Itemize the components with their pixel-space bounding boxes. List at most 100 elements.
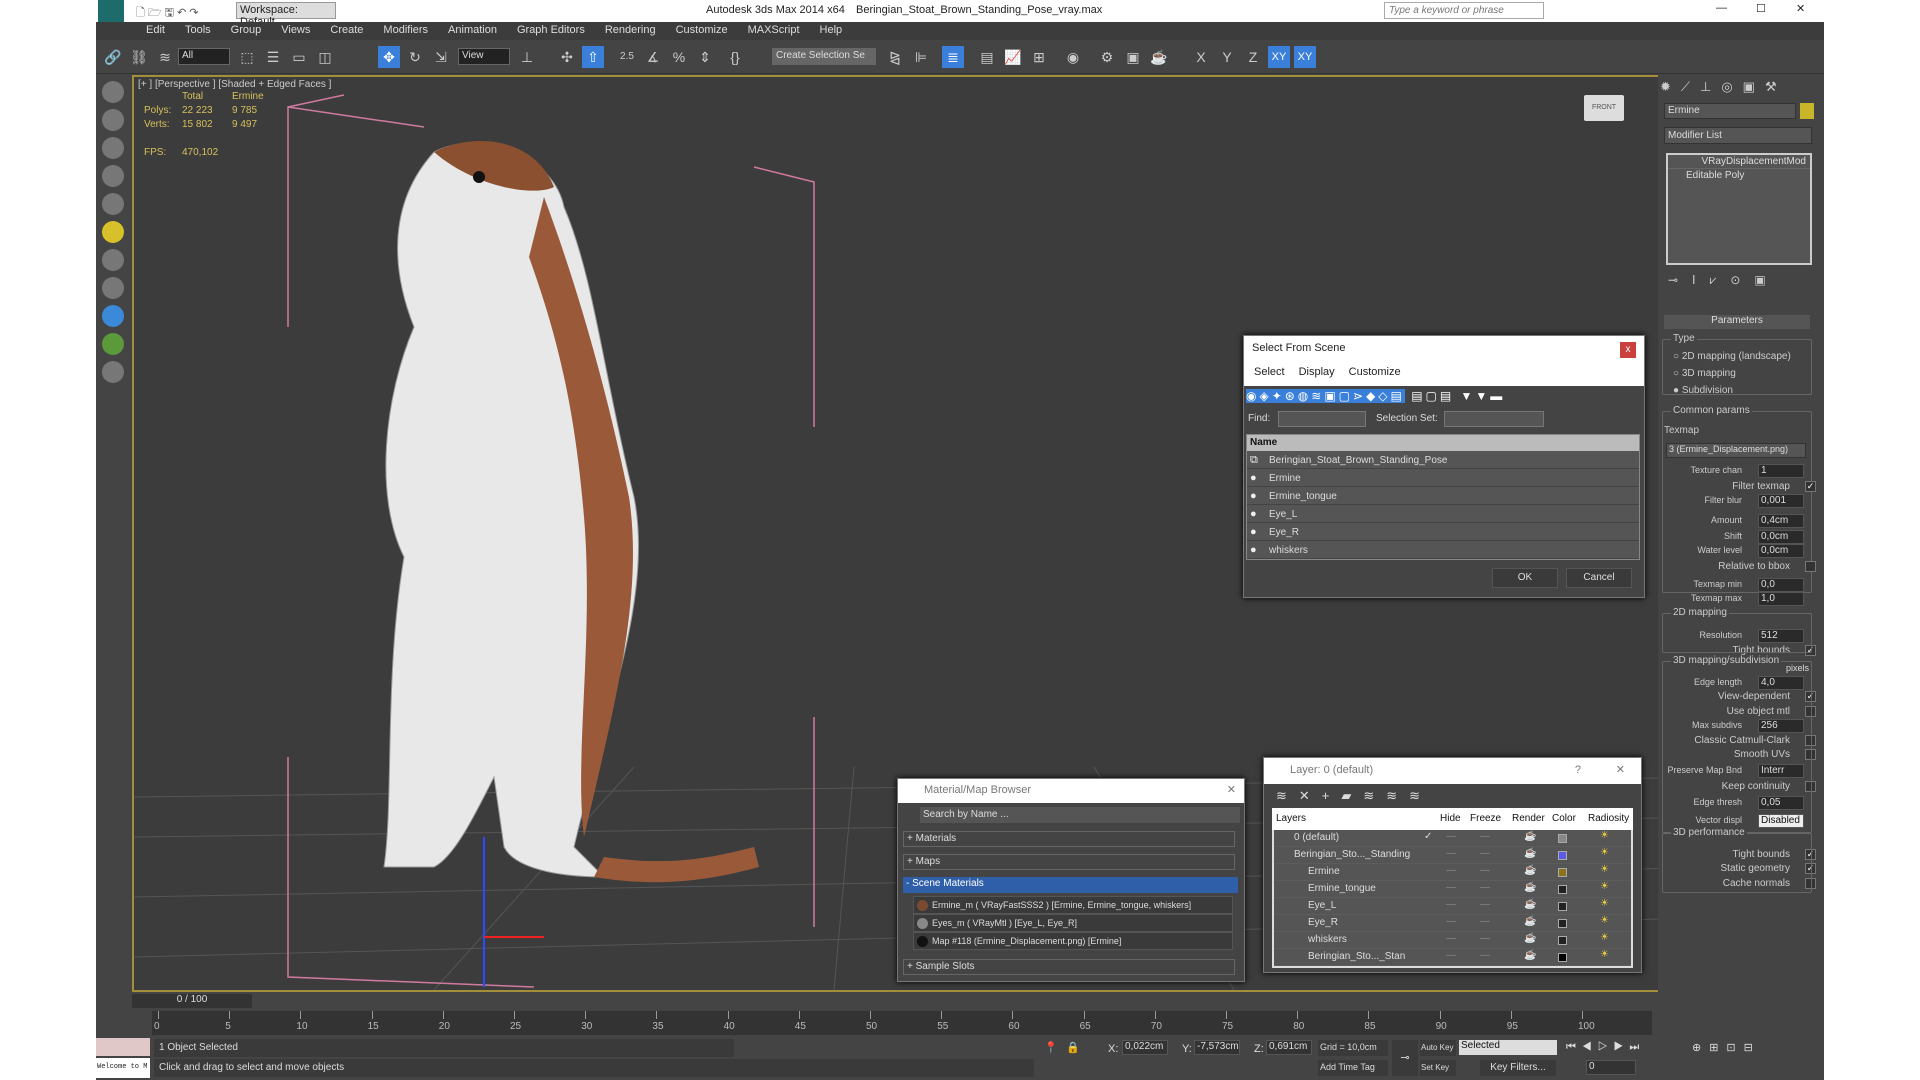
radio-3d-mapping[interactable]: ○ 3D mapping xyxy=(1673,365,1791,382)
light-icon[interactable] xyxy=(102,221,124,243)
filter_blur-spinner[interactable]: 0,001 xyxy=(1758,494,1804,508)
schematic-icon[interactable]: ⊞ xyxy=(1028,46,1050,68)
radiosity-sun-icon[interactable]: ☀ xyxy=(1600,932,1609,943)
hide-toggle[interactable]: — xyxy=(1446,865,1456,876)
track-bar[interactable]: 0 5 10 15 20 25 30 35 40 45 50 55 60 65 70 75 80 85 90 95 10… xyxy=(152,1011,1652,1035)
render-teapot-icon[interactable]: ☕ xyxy=(1524,950,1536,961)
scale-icon[interactable]: ⇲ xyxy=(430,46,452,68)
layer-color-swatch[interactable] xyxy=(1558,936,1567,945)
bind-spacewarp-icon[interactable]: ≋ xyxy=(154,46,176,68)
radio-2d-mapping[interactable]: ○ 2D mapping (landscape) xyxy=(1673,348,1791,365)
section-sample-slots[interactable]: + Sample Slots xyxy=(903,959,1235,975)
help-button[interactable]: ? xyxy=(1575,764,1581,776)
percent-snap-icon[interactable]: % xyxy=(668,46,690,68)
mirror-icon[interactable]: ⧎ xyxy=(884,46,906,68)
axis-z-button[interactable]: Z xyxy=(1242,46,1264,68)
dialog-close-button[interactable]: ✕ xyxy=(1616,763,1625,776)
menu-rendering[interactable]: Rendering xyxy=(595,22,666,38)
box-icon[interactable] xyxy=(102,137,124,159)
axis-x-button[interactable]: X xyxy=(1190,46,1212,68)
menu-maxscript[interactable]: MAXScript xyxy=(738,22,810,38)
auto-key-button[interactable]: Auto Key xyxy=(1420,1040,1456,1056)
filter_texmap-checkbox[interactable]: ✓ xyxy=(1805,481,1816,492)
texture_chan-spinner[interactable]: 1 xyxy=(1758,464,1804,478)
layer-color-swatch[interactable] xyxy=(1558,834,1567,843)
scene-material-item[interactable]: Map #118 (Ermine_Displacement.png) [Ermi… xyxy=(913,932,1233,950)
freeze-toggle[interactable]: — xyxy=(1480,899,1490,910)
render-teapot-icon[interactable]: ☕ xyxy=(1524,882,1536,893)
layer-toolbar[interactable]: ≋✕+▰≋≋≋ xyxy=(1264,784,1641,808)
link-icon[interactable]: 🔗 xyxy=(102,46,124,68)
scene-material-item[interactable]: Eyes_m ( VRayMtl ) [Eye_L, Eye_R] xyxy=(913,914,1233,932)
rect-region-icon[interactable]: ▭ xyxy=(288,46,310,68)
menu-display[interactable]: Display xyxy=(1299,366,1335,378)
select-object-icon[interactable]: ⬚ xyxy=(236,46,258,68)
shift-spinner[interactable]: 0,0cm xyxy=(1758,530,1804,544)
set-key-mode-icon[interactable]: ⊸ xyxy=(1392,1040,1418,1076)
search-by-name-input[interactable]: Search by Name ... xyxy=(920,807,1240,823)
menu-views[interactable]: Views xyxy=(271,22,320,38)
render-teapot-icon[interactable]: ☕ xyxy=(1524,899,1536,910)
minimize-button[interactable]: — xyxy=(1716,2,1727,14)
freeze-toggle[interactable]: — xyxy=(1480,933,1490,944)
name-column-header[interactable]: Name xyxy=(1247,435,1639,451)
isolate-icon[interactable]: 📍 xyxy=(1044,1041,1058,1054)
hide-toggle[interactable]: — xyxy=(1446,882,1456,893)
section-materials[interactable]: + Materials xyxy=(903,831,1235,847)
layer-color-swatch[interactable] xyxy=(1558,919,1567,928)
layer-row[interactable]: Beringian_Sto..._Standing — — ☕ ☀ xyxy=(1274,847,1631,864)
maximize-button[interactable]: ☐ xyxy=(1756,2,1766,15)
stack-item-editable-poly[interactable]: Editable Poly xyxy=(1668,169,1810,182)
angle-snap-icon[interactable]: ∡ xyxy=(642,46,664,68)
layer-color-swatch[interactable] xyxy=(1558,851,1567,860)
layer-row[interactable]: Eye_R — — ☕ ☀ xyxy=(1274,915,1631,932)
set-key-button[interactable]: Set Key xyxy=(1420,1060,1456,1076)
layer-color-swatch[interactable] xyxy=(1558,868,1567,877)
unlink-icon[interactable]: ⛓ xyxy=(128,46,150,68)
freeze-toggle[interactable]: — xyxy=(1480,882,1490,893)
select-by-name-icon[interactable]: ☰ xyxy=(262,46,284,68)
maxscript-welcome[interactable]: Welcome to M xyxy=(96,1058,150,1078)
window-crossing-icon[interactable]: ◫ xyxy=(314,46,336,68)
scene-object-row[interactable]: ● whiskers xyxy=(1247,541,1639,559)
help-search-input[interactable]: Type a keyword or phrase xyxy=(1384,2,1544,19)
selection-set-select[interactable] xyxy=(1444,411,1544,427)
freeze-toggle[interactable]: — xyxy=(1480,865,1490,876)
layer-color-swatch[interactable] xyxy=(1558,953,1567,962)
stack-tools[interactable]: ⊸Ⅰ⩗⊙▣ xyxy=(1668,273,1814,288)
plant-icon[interactable] xyxy=(102,333,124,355)
menu-create[interactable]: Create xyxy=(320,22,373,38)
render-teapot-icon[interactable]: ☕ xyxy=(1524,933,1536,944)
helper-icon[interactable] xyxy=(102,277,124,299)
scene-object-row[interactable]: ⧉ Beringian_Stoat_Brown_Standing_Pose xyxy=(1247,451,1639,469)
scene-object-row[interactable]: ● Eye_R xyxy=(1247,523,1639,541)
playback-controls[interactable]: ⏮◀▷▶⏭ xyxy=(1566,1041,1686,1054)
layer-row[interactable]: Ermine_tongue — — ☕ ☀ xyxy=(1274,881,1631,898)
command-panel-tabs[interactable]: ✹⟋⊥◎▣⚒ xyxy=(1660,79,1820,99)
cancel-button[interactable]: Cancel xyxy=(1566,568,1632,588)
move-icon[interactable]: ✥ xyxy=(378,46,400,68)
ok-button[interactable]: OK xyxy=(1492,568,1558,588)
render-teapot-icon[interactable]: ☕ xyxy=(1524,831,1536,842)
current-frame-field[interactable]: 0 xyxy=(1586,1060,1636,1075)
key-mode-select[interactable]: Selected xyxy=(1459,1040,1557,1055)
layer-color-swatch[interactable] xyxy=(1558,902,1567,911)
align-icon[interactable]: ⊫ xyxy=(910,46,932,68)
menu-animation[interactable]: Animation xyxy=(438,22,507,38)
layer-row[interactable]: 0 (default) ✓ — — ☕ ☀ xyxy=(1274,830,1631,847)
parameters-rollout-header[interactable]: Parameters xyxy=(1664,315,1810,329)
layer-row[interactable]: whiskers — — ☕ ☀ xyxy=(1274,932,1631,949)
texmax-spinner[interactable]: 1,0 xyxy=(1758,592,1804,606)
dialog-close-button[interactable]: ✕ xyxy=(1227,783,1236,796)
quick-access-icons[interactable]: 🗋 🗁 🖫 ↶ ↷ xyxy=(136,4,216,19)
menu-help[interactable]: Help xyxy=(810,22,853,38)
scene-object-row[interactable]: ● Ermine_tongue xyxy=(1247,487,1639,505)
radiosity-sun-icon[interactable]: ☀ xyxy=(1600,864,1609,875)
maxscript-listener-pink[interactable] xyxy=(96,1038,150,1056)
snap-toggle-icon[interactable]: 2.5 xyxy=(616,46,638,68)
x-coordinate-field[interactable]: 0,022cm xyxy=(1122,1040,1168,1055)
freeze-toggle[interactable]: — xyxy=(1480,916,1490,927)
scene-object-row[interactable]: ● Ermine xyxy=(1247,469,1639,487)
keyboard-shortcut-icon[interactable]: ⇧ xyxy=(582,46,604,68)
layer-color-swatch[interactable] xyxy=(1558,885,1567,894)
